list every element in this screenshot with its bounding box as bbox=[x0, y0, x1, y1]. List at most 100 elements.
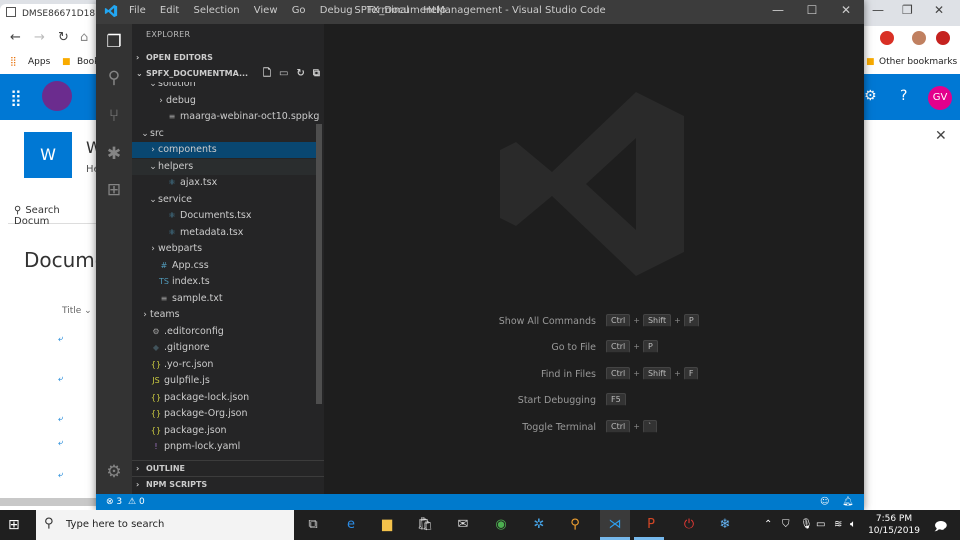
row-file-icon[interactable]: ⤶ bbox=[58, 438, 63, 448]
wifi-icon[interactable]: ≋ bbox=[834, 519, 842, 530]
file-tree-item[interactable]: ⚛ metadata.tsx bbox=[132, 225, 320, 241]
feedback-smiley-icon[interactable]: ☺ bbox=[820, 494, 829, 510]
row-file-icon[interactable]: ⤶ bbox=[58, 470, 63, 480]
bookmark-apps[interactable]: Apps bbox=[28, 57, 50, 67]
task-view-icon[interactable]: ⧉ bbox=[304, 516, 322, 534]
edge-browser-icon[interactable]: e bbox=[342, 516, 360, 534]
source-control-icon[interactable]: ⑂ bbox=[96, 106, 132, 126]
taskbar-search-input[interactable]: ⚲ Type here to search bbox=[36, 510, 294, 540]
file-tree-item[interactable]: ⌄helpers bbox=[132, 158, 320, 175]
search-icon[interactable]: ⚲ bbox=[96, 68, 132, 88]
file-tree-item[interactable]: ≡ maarga-webinar-oct10.sppkg bbox=[132, 109, 320, 125]
close-icon[interactable]: ✕ bbox=[836, 3, 856, 17]
file-tree-item[interactable]: JS gulpfile.js bbox=[132, 373, 320, 389]
file-tree-item[interactable]: › teams bbox=[132, 307, 320, 323]
file-tree-item[interactable]: {} package-lock.json bbox=[132, 390, 320, 406]
refresh-icon[interactable]: ↻ bbox=[296, 68, 304, 79]
file-tree-item[interactable]: ⌄solution bbox=[132, 82, 320, 92]
file-tree-item[interactable]: {} .yo-rc.json bbox=[132, 357, 320, 373]
menu-terminal[interactable]: Terminal bbox=[367, 5, 409, 16]
microphone-icon[interactable]: 🎙︎ bbox=[800, 519, 813, 530]
help-icon[interactable]: ? bbox=[900, 88, 907, 104]
menu-edit[interactable]: Edit bbox=[160, 5, 179, 16]
search-app-icon[interactable]: ⚲ bbox=[566, 516, 584, 534]
sidebar-scrollbar[interactable] bbox=[316, 124, 322, 404]
file-tree-item[interactable]: ⌄service bbox=[132, 192, 320, 208]
network-icon[interactable]: ▭ bbox=[816, 519, 825, 530]
tray-app-icon[interactable]: ⛉ bbox=[782, 519, 790, 530]
notifications-bell-icon[interactable]: 🔔︎ bbox=[842, 494, 853, 510]
problems-indicator[interactable]: ⊗ 3 ⚠ 0 bbox=[106, 494, 145, 510]
file-tree-item[interactable]: › debug bbox=[132, 93, 320, 109]
file-tree-item[interactable]: ≡ sample.txt bbox=[132, 291, 320, 307]
row-file-icon[interactable]: ⤶ bbox=[58, 374, 63, 384]
outline-header[interactable]: › OUTLINE bbox=[132, 460, 324, 476]
debug-icon[interactable]: ✱ bbox=[96, 144, 132, 164]
horizontal-scrollbar[interactable] bbox=[0, 498, 96, 506]
snowflake-app-icon[interactable]: ❄ bbox=[716, 516, 734, 534]
store-icon[interactable]: 🛍︎ bbox=[416, 516, 434, 534]
open-editors-header[interactable]: › OPEN EDITORS bbox=[132, 50, 324, 66]
home-icon[interactable]: ⌂ bbox=[80, 30, 88, 45]
new-file-icon[interactable]: 🗋 bbox=[263, 68, 271, 79]
mail-icon[interactable]: ✉ bbox=[454, 516, 472, 534]
browser-minimize-icon[interactable]: — bbox=[872, 3, 884, 17]
file-tree-item[interactable]: ! pnpm-lock.yaml bbox=[132, 439, 320, 455]
search-input[interactable]: ⚲ Search Docum bbox=[8, 200, 98, 227]
browser-tab[interactable]: DMSE86671D18 bbox=[0, 4, 100, 26]
taskbar-clock[interactable]: 7:56 PM 10/15/2019 bbox=[868, 513, 920, 537]
file-tree-item[interactable]: ⌄src bbox=[132, 126, 320, 142]
column-header-title[interactable]: Title ⌄ bbox=[62, 306, 92, 316]
file-tree-item[interactable]: # App.css bbox=[132, 258, 320, 274]
app-launcher-icon[interactable]: ⣿ bbox=[10, 88, 22, 107]
row-file-icon[interactable]: ⤶ bbox=[58, 414, 63, 424]
vscode-taskbar-icon[interactable]: ⋊ bbox=[606, 516, 624, 534]
tray-chevron-up-icon[interactable]: ⌃ bbox=[764, 519, 772, 530]
file-tree-item[interactable]: TS index.ts bbox=[132, 274, 320, 290]
menu-file[interactable]: File bbox=[129, 5, 146, 16]
file-tree-item[interactable]: ⚛ ajax.tsx bbox=[132, 175, 320, 191]
menu-debug[interactable]: Debug bbox=[320, 5, 353, 16]
row-file-icon[interactable]: ⤶ bbox=[58, 334, 63, 344]
windows-start-icon[interactable]: ⊞ bbox=[8, 517, 20, 533]
file-explorer-icon[interactable]: ▆ bbox=[378, 516, 396, 534]
user-avatar[interactable]: GV bbox=[928, 86, 952, 110]
browser-maximize-icon[interactable]: ❐ bbox=[902, 3, 913, 17]
new-folder-icon[interactable]: ▭ bbox=[279, 68, 288, 79]
explorer-icon[interactable]: ❐ bbox=[96, 32, 132, 52]
vscode-logo-icon[interactable] bbox=[104, 4, 118, 18]
settings-icon[interactable]: ⚙ bbox=[864, 88, 877, 104]
file-tree-item[interactable]: {} package-Org.json bbox=[132, 406, 320, 422]
volume-icon[interactable]: 🔈︎ bbox=[850, 519, 856, 530]
menu-go[interactable]: Go bbox=[292, 5, 306, 16]
menu-help[interactable]: Help bbox=[423, 5, 446, 16]
browser-close-icon[interactable]: ✕ bbox=[934, 3, 944, 17]
back-icon[interactable]: ← bbox=[10, 30, 21, 45]
file-tree-item[interactable]: ⚙ .editorconfig bbox=[132, 324, 320, 340]
manage-gear-icon[interactable]: ⚙ bbox=[96, 462, 132, 482]
minimize-icon[interactable]: — bbox=[768, 3, 788, 17]
site-logo[interactable]: W bbox=[24, 132, 72, 178]
close-icon[interactable]: ✕ bbox=[935, 128, 947, 144]
file-tree-item[interactable]: {} package.json bbox=[132, 423, 320, 439]
extension-icon[interactable] bbox=[880, 31, 894, 45]
collapse-all-icon[interactable]: ⧉ bbox=[313, 68, 320, 79]
workspace-folder-header[interactable]: ⌄ SPFX_DOCUMENTMA... 🗋 ▭ ↻ ⧉ bbox=[132, 66, 324, 82]
extension-icon[interactable] bbox=[936, 31, 950, 45]
maximize-icon[interactable]: ☐ bbox=[802, 3, 822, 17]
file-tree-item[interactable]: › webparts bbox=[132, 241, 320, 257]
menu-selection[interactable]: Selection bbox=[193, 5, 239, 16]
file-tree-item[interactable]: › components bbox=[132, 142, 320, 158]
other-bookmarks[interactable]: Other bookmarks bbox=[879, 57, 957, 67]
forward-icon[interactable]: → bbox=[34, 30, 45, 45]
power-app-icon[interactable]: ⏻ bbox=[680, 516, 698, 534]
powerpoint-icon[interactable]: P bbox=[642, 516, 660, 534]
editor-area[interactable]: Show All Commands Ctrl + Shift + P Go to File C… bbox=[324, 24, 864, 494]
apps-grid-icon[interactable]: ⣿ bbox=[10, 57, 17, 67]
npm-scripts-header[interactable]: › NPM SCRIPTS bbox=[132, 476, 324, 492]
reload-icon[interactable]: ↻ bbox=[58, 30, 69, 45]
app-icon[interactable]: ✲ bbox=[530, 516, 548, 534]
file-tree-item[interactable]: ⚛ Documents.tsx bbox=[132, 208, 320, 224]
extensions-icon[interactable]: ⊞ bbox=[96, 180, 132, 200]
file-tree-item[interactable]: ◆ .gitignore bbox=[132, 340, 320, 356]
